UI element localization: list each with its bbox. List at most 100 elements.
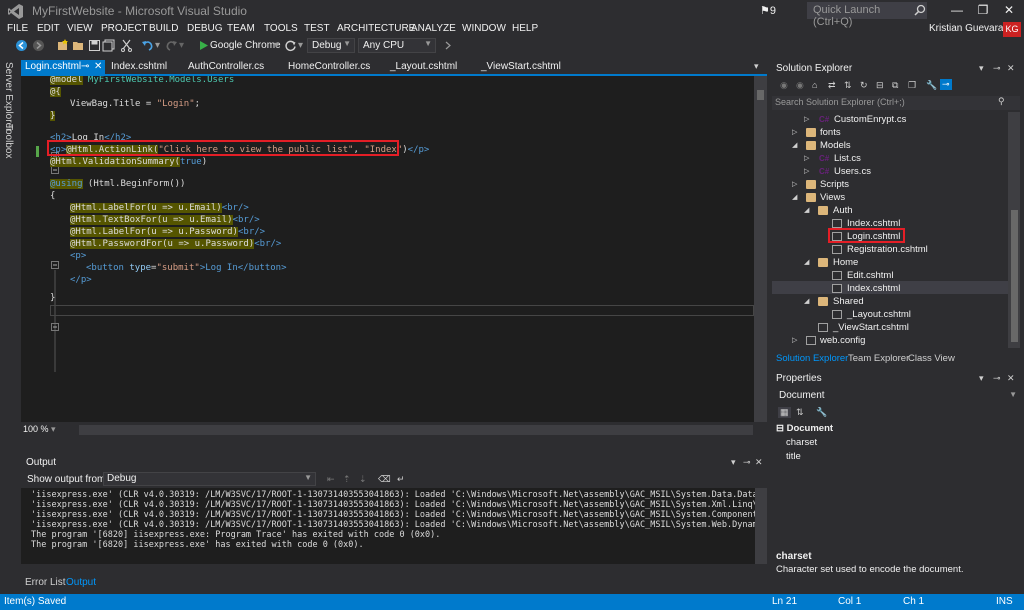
tab-team-explorer[interactable]: Team Explorer	[848, 353, 909, 364]
tree-item[interactable]: ▷ C# CustomEnrypt.cs	[772, 113, 1008, 126]
tab-login-cshtml[interactable]: Login.cshtml ⊸ ✕	[21, 60, 105, 74]
refresh-dropdown-icon[interactable]: ▾	[298, 40, 303, 51]
search-icon[interactable]	[914, 4, 926, 16]
tab-error-list[interactable]: Error List	[25, 577, 66, 588]
word-wrap-icon[interactable]: ↵	[397, 474, 405, 485]
tab-layout-cshtml[interactable]: _Layout.cshtml	[386, 60, 461, 74]
tree-item[interactable]: Index.cshtml	[772, 282, 1008, 295]
menu-file[interactable]: FILE	[7, 23, 28, 34]
browser-selector[interactable]: Google Chrome	[210, 40, 281, 51]
close-icon[interactable]: ✕	[755, 457, 763, 468]
tree-item[interactable]: _ViewStart.cshtml	[772, 321, 1008, 334]
tree-item[interactable]: ◢ Auth	[772, 204, 1008, 217]
menu-help[interactable]: HELP	[512, 23, 538, 34]
refresh-icon[interactable]: ↻	[860, 80, 868, 91]
notifications-flag[interactable]: ⚑9	[760, 4, 776, 17]
solution-explorer-search[interactable]: Search Solution Explorer (Ctrl+;) ⚲	[772, 96, 1020, 110]
back-icon[interactable]: ◉	[780, 80, 788, 91]
toolbar-overflow-icon[interactable]	[441, 39, 454, 52]
quick-launch-input[interactable]: Quick Launch (Ctrl+Q)	[807, 2, 927, 28]
output-scrollbar[interactable]	[755, 488, 767, 564]
platform-select[interactable]: Any CPU ▼	[358, 38, 436, 53]
toolbox-tab[interactable]: Toolbox	[3, 124, 14, 158]
close-icon[interactable]: ✕	[94, 61, 102, 72]
refresh-icon[interactable]	[284, 39, 297, 52]
window-position-icon[interactable]: ▾	[979, 63, 984, 74]
menu-window[interactable]: WINDOW	[462, 23, 506, 34]
tree-item[interactable]: ◢ Views	[772, 191, 1008, 204]
menu-analyze[interactable]: ANALYZE	[411, 23, 456, 34]
browser-dropdown-icon[interactable]: ▾	[274, 40, 279, 51]
find-message-icon[interactable]: ⇤	[327, 474, 335, 485]
save-all-icon[interactable]	[102, 39, 115, 52]
configuration-select[interactable]: Debug ▼	[307, 38, 355, 53]
next-message-icon[interactable]: ⇣	[359, 474, 367, 485]
menu-debug[interactable]: DEBUG	[187, 23, 223, 34]
tab-class-view[interactable]: Class View	[908, 353, 955, 364]
auto-hide-pin-icon[interactable]: ⊸	[993, 373, 1001, 384]
menu-edit[interactable]: EDIT	[37, 23, 60, 34]
navigate-back-icon[interactable]	[15, 39, 28, 52]
restore-button[interactable]: ❐	[971, 2, 995, 18]
alphabetical-icon[interactable]: ⇅	[796, 407, 804, 418]
tree-item[interactable]: ▷ C# List.cs	[772, 152, 1008, 165]
zoom-level[interactable]: 100 % ▾	[23, 424, 56, 435]
tree-item[interactable]: Edit.cshtml	[772, 269, 1008, 282]
editor-horizontal-scrollbar[interactable]	[79, 425, 753, 435]
close-icon[interactable]: ✕	[1007, 63, 1015, 74]
property-row-title[interactable]: title	[786, 451, 801, 462]
tree-item[interactable]: ▷ fonts	[772, 126, 1008, 139]
menu-project[interactable]: PROJECT	[101, 23, 148, 34]
collapse-all-icon[interactable]: ⊟	[876, 80, 884, 91]
property-category[interactable]: ⊟ Document	[776, 423, 833, 434]
save-icon[interactable]	[88, 39, 101, 52]
output-source-select[interactable]: Debug ▼	[103, 472, 316, 486]
cut-icon[interactable]	[120, 39, 133, 52]
navigate-forward-icon[interactable]	[32, 39, 45, 52]
categorized-icon[interactable]: ▦	[778, 407, 791, 418]
redo-icon[interactable]	[165, 39, 178, 52]
tree-item[interactable]: _Layout.cshtml	[772, 308, 1008, 321]
auto-hide-pin-icon[interactable]: ⊸	[993, 63, 1001, 74]
redo-dropdown-icon[interactable]: ▾	[179, 40, 184, 51]
new-project-icon[interactable]	[56, 39, 69, 52]
avatar[interactable]: KG	[1003, 22, 1021, 37]
tree-item[interactable]: ◢ Models	[772, 139, 1008, 152]
tab-homecontroller-cs[interactable]: HomeController.cs	[284, 60, 374, 74]
menu-build[interactable]: BUILD	[149, 23, 178, 34]
output-text[interactable]: 'iisexpress.exe' (CLR v4.0.30319: /LM/W3…	[21, 488, 767, 564]
tab-authcontroller-cs[interactable]: AuthController.cs	[184, 60, 268, 74]
property-pages-icon[interactable]: 🔧	[816, 407, 827, 418]
tab-output[interactable]: Output	[66, 577, 96, 588]
clear-all-icon[interactable]: ⌫	[378, 474, 391, 485]
sync-icon[interactable]: ⇅	[844, 80, 852, 91]
tab-list-dropdown-icon[interactable]: ▾	[754, 61, 759, 72]
property-row-charset[interactable]: charset	[786, 437, 817, 448]
show-all-files-icon[interactable]: ⧉	[892, 80, 898, 91]
tab-solution-explorer[interactable]: Solution Explorer	[776, 353, 848, 364]
tree-item[interactable]: ▷ C# Users.cs	[772, 165, 1008, 178]
search-icon[interactable]: ⚲	[998, 96, 1005, 107]
code-editor[interactable]: @model MyFirstWebsite.Models.Users @{ Vi…	[21, 76, 754, 422]
close-button[interactable]: ✕	[997, 2, 1021, 18]
auto-hide-pin-icon[interactable]: ⊸	[743, 457, 751, 468]
tab-index-cshtml[interactable]: Index.cshtml	[107, 60, 171, 74]
properties-icon[interactable]: 🔧	[926, 80, 937, 91]
properties-object-select[interactable]: Document ▼	[776, 389, 1020, 404]
menu-architecture[interactable]: ARCHITECTURE	[337, 23, 415, 34]
menu-tools[interactable]: TOOLS	[264, 23, 298, 34]
previous-message-icon[interactable]: ⇡	[343, 474, 351, 485]
minimize-button[interactable]: —	[945, 2, 969, 18]
user-name[interactable]: Kristian Guevara	[929, 23, 1003, 34]
window-position-icon[interactable]: ▾	[731, 457, 736, 468]
server-explorer-tab[interactable]: Server Explorer	[3, 62, 14, 131]
editor-vertical-scrollbar[interactable]	[754, 76, 767, 422]
forward-icon[interactable]: ◉	[796, 80, 804, 91]
pin-icon[interactable]: ⊸	[81, 61, 89, 72]
preview-selected-items-icon[interactable]: ⊸	[940, 79, 952, 90]
home-icon[interactable]: ⌂	[812, 80, 817, 90]
tree-item[interactable]: ▷ web.config	[772, 334, 1008, 347]
tab-viewstart-cshtml[interactable]: _ViewStart.cshtml	[477, 60, 565, 74]
undo-icon[interactable]	[141, 39, 154, 52]
tree-item[interactable]: ◢ Home	[772, 256, 1008, 269]
